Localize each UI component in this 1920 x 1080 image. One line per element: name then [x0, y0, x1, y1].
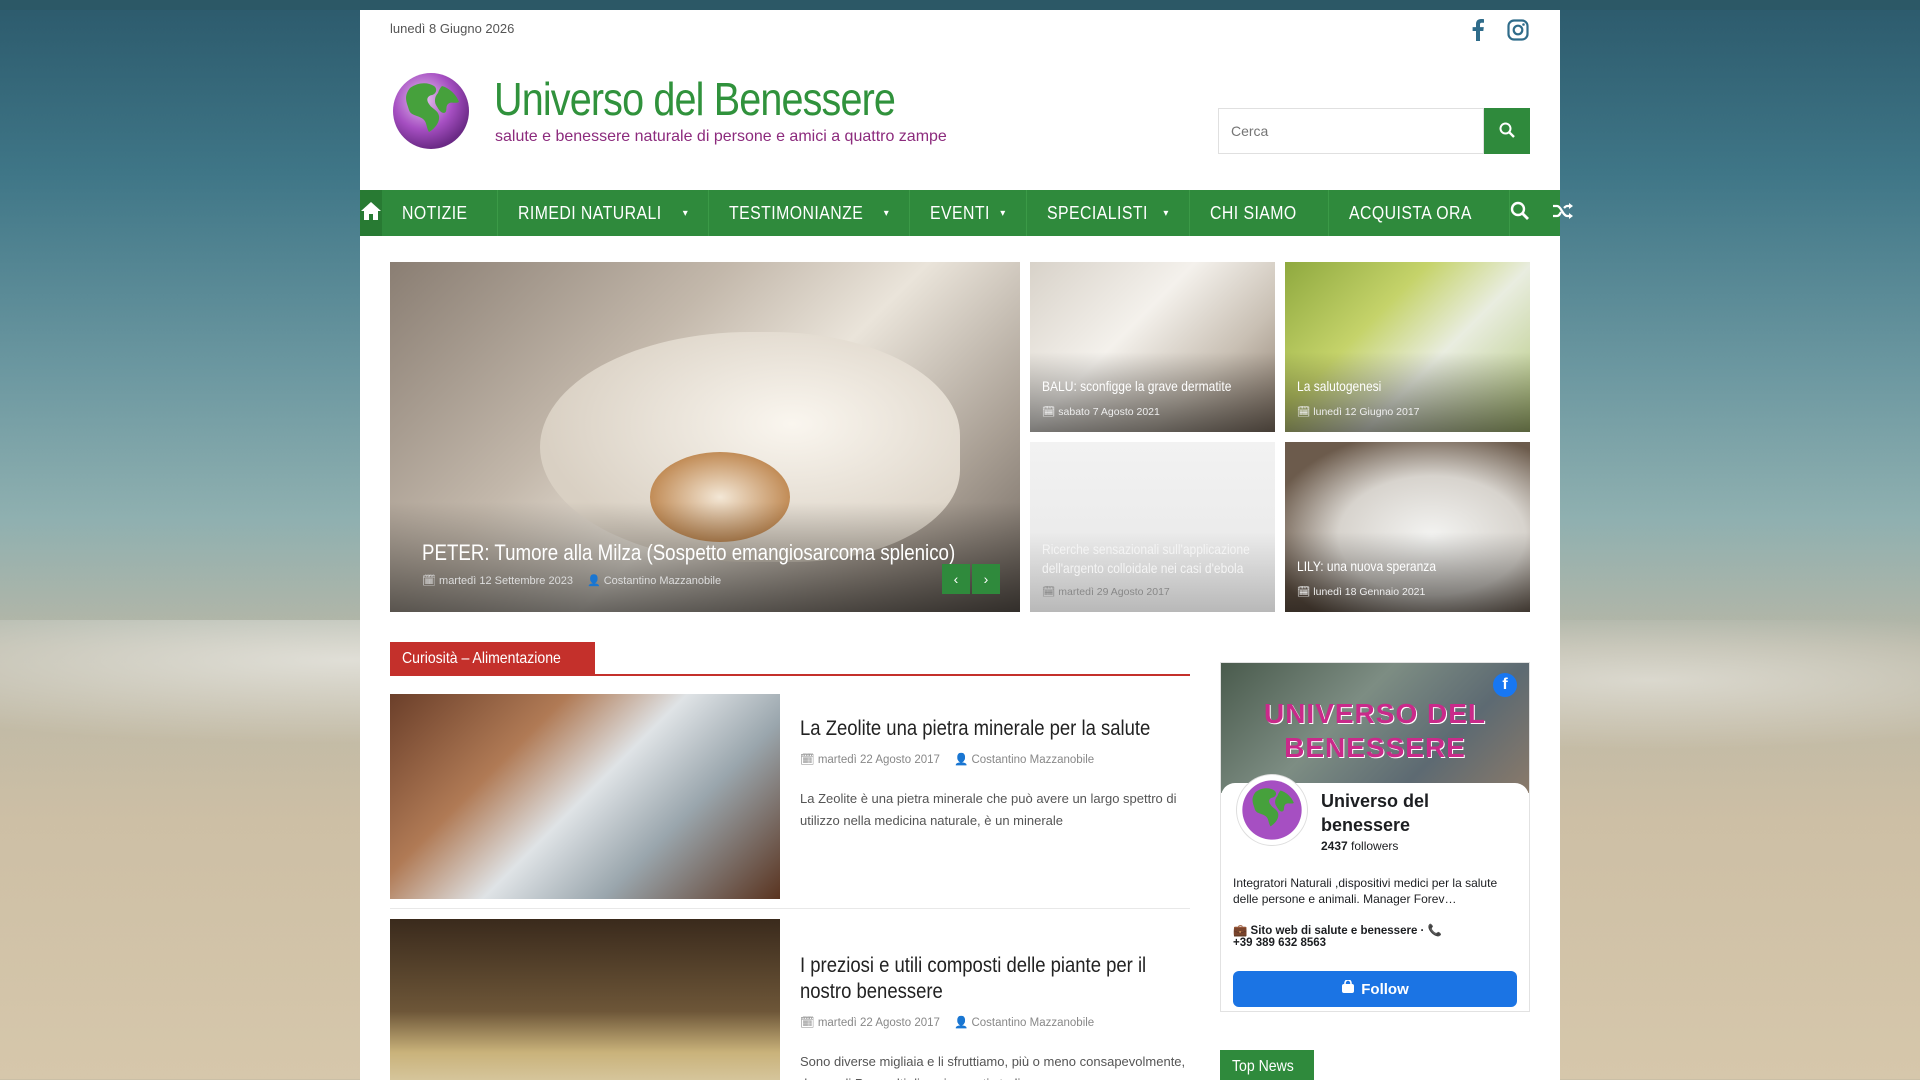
tile-date: 🗓 sabato 7 Agosto 2021: [1042, 406, 1160, 418]
nav-item-rimedi-naturali[interactable]: RIMEDI NATURALI ▾: [498, 190, 710, 236]
chevron-down-icon: ▾: [682, 207, 689, 219]
chevron-down-icon: ▾: [1163, 207, 1169, 219]
nav-item-specialisti[interactable]: SPECIALISTI ▾: [1027, 190, 1190, 236]
current-date: lunedì 8 Giugno 2026: [390, 21, 515, 36]
search-button[interactable]: [1484, 108, 1530, 154]
user-icon: 👤: [586, 575, 601, 587]
facebook-page-name[interactable]: Universo del benessere: [1321, 789, 1501, 837]
slide-date[interactable]: martedì 12 Settembre 2023: [439, 575, 573, 587]
user-icon: 👤: [953, 1017, 969, 1029]
site-title[interactable]: Universo del Benessere: [494, 72, 896, 126]
article-item: La Zeolite una pietra minerale per la sa…: [390, 694, 1190, 899]
tile-title[interactable]: BALU: sconfigge la grave dermatite: [1042, 378, 1231, 394]
article-title[interactable]: La Zeolite una pietra minerale per la sa…: [800, 716, 1187, 742]
search-icon: [1499, 122, 1515, 141]
facebook-follow-button[interactable]: Follow: [1233, 971, 1517, 1007]
slider-controls: ‹ ›: [942, 564, 1000, 594]
home-icon: [360, 201, 382, 226]
section-header: Curiosità – Alimentazione: [390, 642, 1190, 676]
facebook-page-widget: UNIVERSO DEL BENESSERE f Universo del be…: [1220, 662, 1530, 1012]
chevron-down-icon: ▾: [883, 207, 890, 219]
tile-title[interactable]: La salutogenesi: [1297, 378, 1381, 394]
featured-tile[interactable]: LILY: una nuova speranza 🗓 lunedì 18 Gen…: [1285, 442, 1530, 612]
shuffle-icon[interactable]: [1552, 202, 1574, 225]
facebook-phone[interactable]: +39 389 632 8563: [1233, 937, 1326, 949]
nav-item-testimonianze[interactable]: TESTIMONIANZE ▾: [709, 190, 911, 236]
follow-icon: [1341, 979, 1355, 998]
nav-tools: [1510, 190, 1586, 236]
facebook-followers: 2437 followers: [1321, 839, 1399, 853]
site-logo[interactable]: [390, 70, 472, 152]
facebook-cover[interactable]: UNIVERSO DEL BENESSERE f: [1221, 663, 1529, 793]
search-form: [1218, 108, 1530, 154]
user-icon: 👤: [953, 754, 969, 766]
article-author[interactable]: Costantino Mazzanobile: [971, 1017, 1094, 1029]
slide-meta: 🗓 martedì 12 Settembre 2023 👤 Costantino…: [422, 574, 721, 587]
nav-item-acquista-ora[interactable]: ACQUISTA ORA: [1329, 190, 1511, 236]
article-divider: [390, 908, 1190, 909]
phone-icon: 📞: [1427, 925, 1442, 937]
slide-author[interactable]: Costantino Mazzanobile: [604, 575, 721, 587]
facebook-cover-text: UNIVERSO DEL BENESSERE: [1263, 698, 1487, 763]
tile-title[interactable]: Ricerche sensazionali sull'applicazione …: [1042, 540, 1274, 578]
calendar-icon: 🗓: [800, 1017, 815, 1029]
site-tagline: salute e benessere naturale di persone e…: [495, 128, 947, 145]
nav-item-eventi[interactable]: EVENTI ▾: [910, 190, 1027, 236]
facebook-icon[interactable]: f: [1493, 673, 1517, 697]
article-body: I preziosi e utili composti delle piante…: [800, 953, 1190, 1080]
tile-date: 🗓 martedì 29 Agosto 2017: [1042, 586, 1170, 598]
facebook-contact-links: 💼 Sito web di salute e benessere · 📞 +39…: [1233, 925, 1442, 949]
featured-tile[interactable]: La salutogenesi 🗓 lunedì 12 Giugno 2017: [1285, 262, 1530, 432]
calendar-icon: 🗓: [1042, 406, 1056, 418]
top-bar: lunedì 8 Giugno 2026: [360, 10, 1560, 50]
article-thumbnail[interactable]: [390, 919, 780, 1080]
slider-next-button[interactable]: ›: [972, 564, 1000, 594]
main-navigation: NOTIZIE RIMEDI NATURALI ▾ TESTIMONIANZE ▾ …: [360, 190, 1574, 236]
slider-prev-button[interactable]: ‹: [942, 564, 970, 594]
calendar-icon: 🗓: [1297, 406, 1311, 418]
nav-item-chi-siamo[interactable]: CHI SIAMO: [1190, 190, 1330, 236]
top-strip: [0, 0, 1920, 10]
search-icon[interactable]: [1510, 201, 1530, 226]
calendar-icon: 🗓: [1042, 586, 1056, 598]
section-title[interactable]: Curiosità – Alimentazione: [390, 642, 595, 676]
calendar-icon: 🗓: [1297, 586, 1311, 598]
article-meta: 🗓 martedì 22 Agosto 2017 👤 Costantino Ma…: [800, 1015, 1190, 1029]
instagram-icon[interactable]: [1506, 18, 1530, 42]
chevron-down-icon: ▾: [1000, 207, 1006, 219]
search-input[interactable]: [1218, 108, 1484, 154]
article-item: I preziosi e utili composti delle piante…: [390, 919, 1190, 1080]
calendar-icon: 🗓: [800, 754, 815, 766]
facebook-website-link[interactable]: Sito web di salute e benessere: [1251, 925, 1418, 937]
facebook-icon[interactable]: [1466, 18, 1490, 42]
article-date[interactable]: martedì 22 Agosto 2017: [818, 754, 940, 766]
tile-title[interactable]: LILY: una nuova speranza: [1297, 558, 1436, 574]
featured-tile[interactable]: BALU: sconfigge la grave dermatite 🗓 sab…: [1030, 262, 1275, 432]
top-news-heading[interactable]: Top News: [1220, 1050, 1315, 1080]
tile-date: 🗓 lunedì 12 Giugno 2017: [1297, 406, 1420, 418]
featured-slider[interactable]: PETER: Tumore alla Milza (Sospetto emang…: [390, 262, 1020, 612]
article-meta: 🗓 martedì 22 Agosto 2017 👤 Costantino Ma…: [800, 752, 1190, 766]
article-excerpt: Sono diverse migliaia e li sfruttiamo, p…: [800, 1054, 1186, 1080]
page-container: lunedì 8 Giugno 2026 Universo del Beness…: [360, 10, 1574, 1080]
article-thumbnail[interactable]: [390, 694, 780, 899]
slide-title[interactable]: PETER: Tumore alla Milza (Sospetto emang…: [422, 540, 955, 566]
facebook-card: Universo del benessere 2437 followers In…: [1221, 775, 1529, 1011]
article-excerpt: La Zeolite è una pietra minerale che può…: [800, 791, 1177, 828]
tile-date: 🗓 lunedì 18 Gennaio 2021: [1297, 586, 1426, 598]
article-date[interactable]: martedì 22 Agosto 2017: [818, 1017, 940, 1029]
article-body: La Zeolite una pietra minerale per la sa…: [800, 716, 1190, 832]
site-header: Universo del Benessere salute e benesser…: [360, 50, 1560, 190]
nav-home-button[interactable]: [360, 190, 382, 236]
nav-item-notizie[interactable]: NOTIZIE: [382, 190, 498, 236]
avatar[interactable]: [1237, 775, 1307, 845]
calendar-icon: 🗓: [422, 575, 436, 587]
facebook-description: Integratori Naturali ,dispositivi medici…: [1233, 876, 1498, 906]
featured-tile[interactable]: Ricerche sensazionali sull'applicazione …: [1030, 442, 1275, 612]
social-links: [1466, 18, 1530, 42]
article-title[interactable]: I preziosi e utili composti delle piante…: [800, 953, 1187, 1005]
article-author[interactable]: Costantino Mazzanobile: [971, 754, 1094, 766]
briefcase-icon: 💼: [1233, 925, 1248, 937]
